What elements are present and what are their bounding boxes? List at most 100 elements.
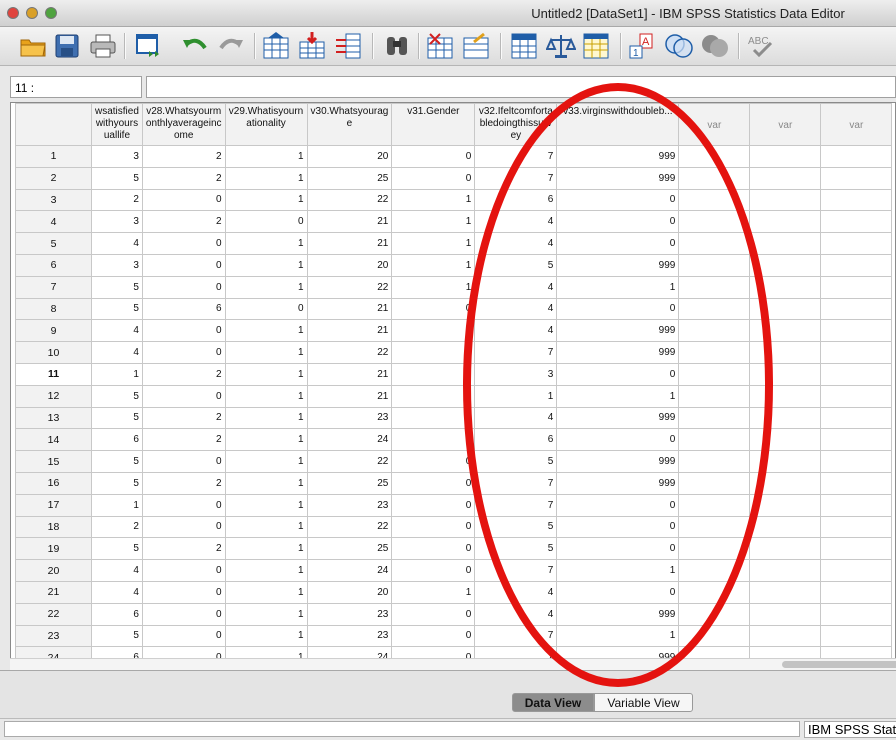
data-cell[interactable]: 0 [141, 450, 226, 473]
empty-cell[interactable] [749, 515, 822, 539]
tab-data-view[interactable]: Data View [512, 693, 594, 712]
data-cell[interactable]: 1 [224, 253, 308, 277]
data-cell[interactable]: 22 [306, 275, 393, 299]
empty-cell[interactable] [678, 253, 751, 277]
empty-cell[interactable] [678, 406, 751, 430]
data-cell[interactable]: 5 [474, 537, 558, 561]
undo-icon[interactable] [180, 31, 210, 61]
empty-cell[interactable] [678, 559, 751, 582]
data-cell[interactable]: 1 [224, 493, 308, 517]
empty-cell[interactable] [678, 210, 751, 234]
empty-cell[interactable] [749, 275, 822, 299]
empty-cell[interactable] [678, 580, 751, 604]
scrollbar-thumb[interactable] [782, 661, 896, 668]
data-cell[interactable]: 1 [224, 537, 308, 561]
row-number[interactable]: 18 [15, 515, 92, 539]
data-cell[interactable]: 1 [391, 210, 476, 234]
spell-check-icon[interactable]: ABC [746, 31, 776, 61]
data-cell[interactable]: 999 [556, 166, 680, 190]
data-cell[interactable]: 24 [306, 559, 393, 582]
data-cell[interactable]: 21 [306, 362, 393, 386]
data-cell[interactable]: 1 [224, 428, 308, 452]
empty-cell[interactable] [678, 232, 751, 255]
data-cell[interactable]: 999 [556, 602, 680, 626]
row-number[interactable]: 22 [15, 602, 92, 626]
empty-cell[interactable] [820, 188, 893, 212]
data-cell[interactable]: 2 [141, 145, 226, 168]
row-number[interactable]: 7 [15, 275, 92, 299]
data-cell[interactable]: 4 [91, 232, 143, 255]
empty-cell[interactable] [749, 537, 822, 561]
row-number[interactable]: 4 [15, 210, 92, 234]
data-cell[interactable]: 5 [91, 471, 143, 495]
data-cell[interactable]: 1 [391, 406, 476, 430]
empty-cell[interactable] [678, 428, 751, 452]
data-cell[interactable]: 3 [474, 362, 558, 386]
data-cell[interactable]: 3 [91, 210, 143, 234]
empty-variable-header[interactable]: var [820, 103, 893, 146]
data-cell[interactable]: 1 [224, 580, 308, 604]
empty-cell[interactable] [749, 232, 822, 255]
empty-cell[interactable] [820, 362, 893, 386]
data-cell[interactable]: 4 [474, 210, 558, 234]
row-number[interactable]: 8 [15, 297, 92, 321]
data-cell[interactable]: 999 [556, 341, 680, 364]
data-cell[interactable]: 1 [224, 232, 308, 255]
data-cell[interactable]: 7 [474, 624, 558, 648]
data-cell[interactable]: 0 [391, 537, 476, 561]
empty-cell[interactable] [820, 515, 893, 539]
data-cell[interactable]: 0 [141, 602, 226, 626]
column-header[interactable]: v32.Ifeltcomforta bledoingthissurv ey [474, 103, 558, 146]
empty-cell[interactable] [749, 319, 822, 343]
empty-cell[interactable] [820, 145, 893, 168]
data-cell[interactable]: 21 [306, 319, 393, 343]
insert-cases-icon[interactable] [426, 31, 456, 61]
data-cell[interactable]: 4 [91, 341, 143, 364]
data-cell[interactable]: 1 [224, 275, 308, 299]
data-cell[interactable]: 1 [224, 145, 308, 168]
empty-variable-header[interactable]: var [678, 103, 751, 146]
data-cell[interactable]: 0 [391, 471, 476, 495]
data-cell[interactable]: 0 [141, 319, 226, 343]
data-cell[interactable]: 5 [474, 515, 558, 539]
data-cell[interactable]: 5 [91, 624, 143, 648]
data-cell[interactable]: 0 [141, 188, 226, 212]
data-cell[interactable]: 7 [474, 145, 558, 168]
goto-variable-icon[interactable] [298, 31, 328, 61]
data-cell[interactable]: 0 [224, 210, 308, 234]
data-cell[interactable]: 1 [391, 341, 476, 364]
row-number[interactable]: 14 [15, 428, 92, 452]
data-cell[interactable]: 1 [391, 319, 476, 343]
empty-cell[interactable] [749, 362, 822, 386]
data-cell[interactable]: 1 [91, 493, 143, 517]
data-cell[interactable]: 0 [556, 297, 680, 321]
data-cell[interactable]: 0 [556, 493, 680, 517]
data-cell[interactable]: 20 [306, 145, 393, 168]
empty-cell[interactable] [678, 515, 751, 539]
zoom-window-button[interactable] [45, 7, 57, 19]
corner-header[interactable] [15, 103, 92, 146]
row-number[interactable]: 20 [15, 559, 92, 582]
goto-case-icon[interactable] [262, 31, 292, 61]
data-cell[interactable]: 25 [306, 471, 393, 495]
data-cell[interactable]: 2 [141, 537, 226, 561]
empty-cell[interactable] [749, 493, 822, 517]
empty-cell[interactable] [820, 384, 893, 408]
column-header[interactable]: v33.virginswithdoubleb... [556, 103, 680, 146]
empty-cell[interactable] [820, 297, 893, 321]
data-cell[interactable]: 1 [224, 450, 308, 473]
empty-cell[interactable] [820, 253, 893, 277]
data-cell[interactable]: 1 [391, 188, 476, 212]
data-cell[interactable]: 0 [556, 188, 680, 212]
data-cell[interactable]: 0 [391, 297, 476, 321]
data-cell[interactable]: 1 [391, 362, 476, 386]
data-cell[interactable]: 0 [556, 515, 680, 539]
data-cell[interactable]: 4 [91, 580, 143, 604]
data-cell[interactable]: 6 [91, 602, 143, 626]
empty-cell[interactable] [678, 384, 751, 408]
data-cell[interactable]: 1 [224, 515, 308, 539]
data-cell[interactable]: 999 [556, 253, 680, 277]
redo-icon[interactable] [216, 31, 246, 61]
split-file-icon[interactable] [510, 31, 540, 61]
data-cell[interactable]: 3 [91, 253, 143, 277]
